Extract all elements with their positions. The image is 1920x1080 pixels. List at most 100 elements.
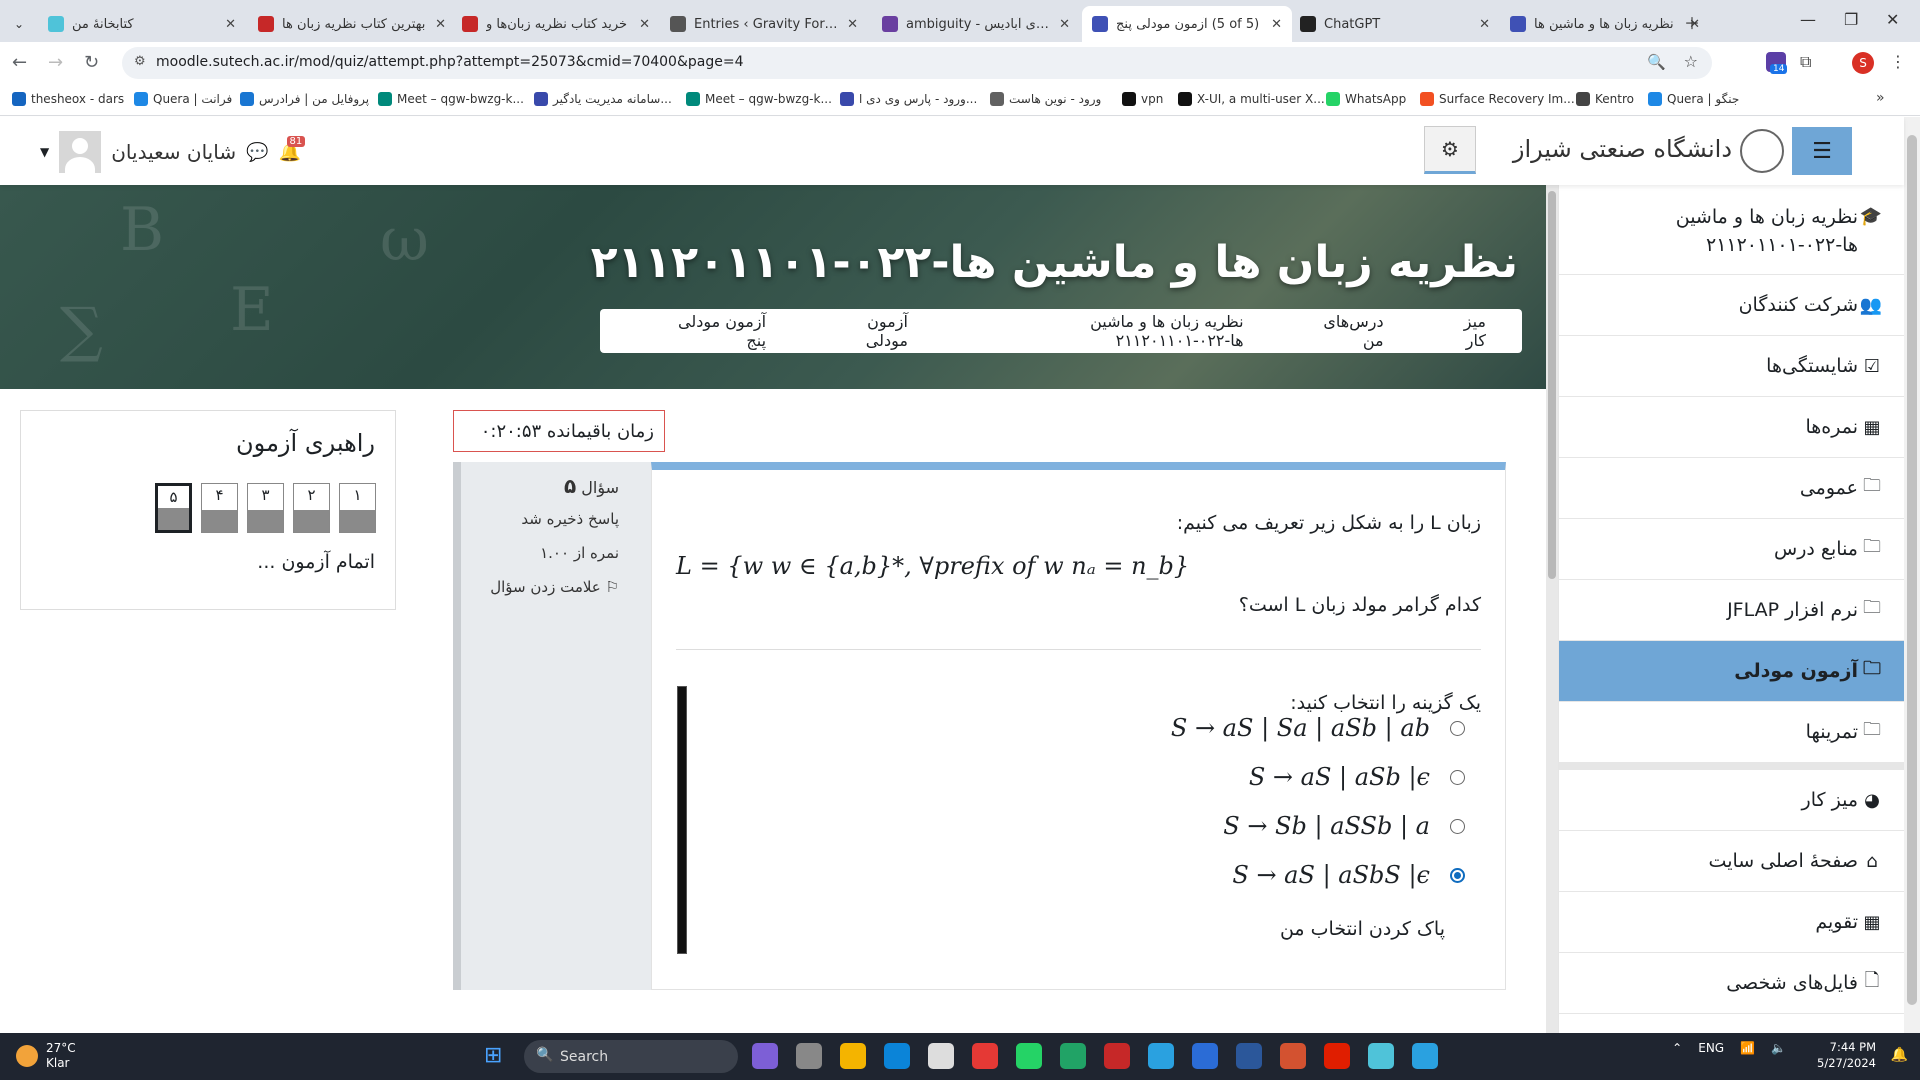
- taskbar-app-icon[interactable]: [1324, 1043, 1350, 1069]
- minimize-button[interactable]: —: [1800, 10, 1816, 29]
- volume-icon[interactable]: 🔈: [1771, 1041, 1786, 1055]
- sidebar-item[interactable]: 🗀 منابع درس: [1559, 519, 1904, 580]
- notification-bell-icon[interactable]: 🔔 81: [279, 135, 306, 163]
- taskbar-app-icon[interactable]: [972, 1043, 998, 1069]
- answer-grammar[interactable]: S → Sb | aSSb | a: [1223, 812, 1430, 840]
- bookmark-item[interactable]: Quera | فرانت: [134, 92, 232, 106]
- close-tab-icon[interactable]: ✕: [1271, 17, 1282, 32]
- browser-tab[interactable]: آزمون مودلی پنج (5 of 5) ✕: [1082, 6, 1292, 42]
- taskbar-app-icon[interactable]: [1104, 1043, 1130, 1069]
- bookmark-label[interactable]: Surface Recovery Im...: [1439, 92, 1575, 106]
- sidebar-item[interactable]: ▦ تقویم: [1559, 892, 1904, 953]
- notification-center-icon[interactable]: 🔔: [1891, 1047, 1908, 1063]
- site-name[interactable]: دانشگاه صنعتی شیراز: [1513, 135, 1732, 163]
- back-icon[interactable]: ←: [12, 52, 27, 73]
- taskbar-app-icon[interactable]: [1368, 1043, 1394, 1069]
- quiz-nav-question-button[interactable]: ۵: [155, 483, 192, 533]
- close-tab-icon[interactable]: ✕: [639, 17, 650, 32]
- close-tab-icon[interactable]: ✕: [1059, 17, 1070, 32]
- site-info-icon[interactable]: ⚙: [134, 54, 146, 69]
- bookmark-item[interactable]: Kentro: [1576, 92, 1634, 106]
- sidebar-item-label[interactable]: تقویم: [1815, 911, 1858, 933]
- omnibox[interactable]: ⚙ moodle.sutech.ac.ir/mod/quiz/attempt.p…: [122, 47, 1712, 79]
- bookmark-item[interactable]: thesheox - dars: [12, 92, 124, 106]
- sidebar-item-label[interactable]: میز کار: [1802, 789, 1858, 811]
- sidebar-item[interactable]: 🗀 نرم افزار JFLAP: [1559, 580, 1904, 641]
- sidebar-item[interactable]: 🗋 فایل‌های شخصی: [1559, 953, 1904, 1014]
- finish-attempt-link[interactable]: اتمام آزمون ...: [257, 551, 375, 573]
- taskbar-app-icon[interactable]: [752, 1043, 778, 1069]
- answer-option[interactable]: S → aS | Sa | aSb | ab: [1171, 714, 1465, 742]
- bookmark-item[interactable]: WhatsApp: [1326, 92, 1406, 106]
- bookmark-label[interactable]: Meet – qgw-bwzg-k...: [397, 92, 524, 106]
- sidebar-item[interactable]: 🗀 آزمون مودلی: [1559, 641, 1904, 702]
- settings-cog-button[interactable]: ⚙: [1424, 126, 1476, 174]
- windows-start-icon[interactable]: ⊞: [484, 1043, 502, 1068]
- content-scrollbar[interactable]: [1546, 185, 1558, 1033]
- answer-option[interactable]: S → aS | aSb |ϵ: [1249, 763, 1465, 791]
- tab-list-button[interactable]: ⌄: [4, 6, 36, 42]
- sidebar-item-label[interactable]: شرکت کنندگان: [1739, 294, 1858, 316]
- bookmark-item[interactable]: X-UI, a multi-user X...: [1178, 92, 1325, 106]
- profile-avatar[interactable]: S: [1852, 52, 1874, 74]
- sidebar-item-label[interactable]: نمره‌ها: [1805, 416, 1858, 438]
- more-bookmarks-icon[interactable]: »: [1876, 90, 1885, 106]
- answer-grammar[interactable]: S → aS | aSbS |ϵ: [1232, 861, 1430, 889]
- browser-menu-icon[interactable]: ⋮: [1890, 52, 1906, 71]
- browser-tab[interactable]: کتابخانهٔ من ✕: [38, 6, 246, 42]
- university-logo[interactable]: [1740, 129, 1784, 173]
- answer-option[interactable]: S → aS | aSbS |ϵ: [1232, 861, 1465, 889]
- bookmark-item[interactable]: سامانه مدیریت یادگیر...: [534, 92, 672, 106]
- user-menu[interactable]: ▼ شایان سعیدیان 💬 🔔 81: [40, 131, 306, 173]
- breadcrumb-item-my-courses[interactable]: درس‌های من: [1300, 312, 1383, 350]
- sidebar-item-label[interactable]: تمرینها: [1806, 721, 1858, 743]
- clear-choice-link[interactable]: پاک کردن انتخاب من: [1280, 918, 1445, 940]
- close-tab-icon[interactable]: ✕: [1479, 17, 1490, 32]
- extensions-puzzle-icon[interactable]: ⧉: [1800, 52, 1811, 72]
- taskbar-app-icon[interactable]: [1016, 1043, 1042, 1069]
- bookmark-label[interactable]: ورود - نوین هاست: [1009, 92, 1101, 106]
- close-tab-icon[interactable]: ✕: [847, 17, 858, 32]
- avatar[interactable]: [59, 131, 102, 173]
- page-scrollbar[interactable]: [1904, 117, 1920, 1033]
- sidebar-item-label[interactable]: منابع درس: [1774, 538, 1858, 560]
- bookmark-item[interactable]: پروفایل من | فرادرس: [240, 92, 369, 106]
- close-window-button[interactable]: ✕: [1886, 10, 1899, 29]
- answer-radio[interactable]: [1450, 818, 1465, 834]
- new-tab-button[interactable]: ＋: [1684, 10, 1700, 34]
- sidebar-item-label[interactable]: صفحهٔ اصلی سایت: [1709, 850, 1858, 872]
- sidebar-item[interactable]: 🗀 عمومی: [1559, 458, 1904, 519]
- sidebar-item-label[interactable]: آزمون مودلی: [1734, 660, 1858, 682]
- browser-tab[interactable]: Entries ‹ Gravity Forms ‹ ✕: [660, 6, 868, 42]
- restore-button[interactable]: ❐: [1844, 10, 1858, 29]
- bookmark-label[interactable]: سامانه مدیریت یادگیر...: [553, 92, 672, 106]
- bookmark-label[interactable]: Meet – qgw-bwzg-k...: [705, 92, 832, 106]
- bookmark-item[interactable]: Surface Recovery Im...: [1420, 92, 1575, 106]
- bookmark-label[interactable]: ورود - پارس وی دی ا...: [859, 92, 977, 106]
- language-indicator[interactable]: ENG: [1698, 1041, 1724, 1055]
- browser-tab[interactable]: ambiguity - دیکشنری آبادیس ✕: [872, 6, 1080, 42]
- bookmark-item[interactable]: ورود - پارس وی دی ا...: [840, 92, 977, 106]
- bookmark-label[interactable]: X-UI, a multi-user X...: [1197, 92, 1325, 106]
- taskbar-app-icon[interactable]: [1192, 1043, 1218, 1069]
- taskbar-app-icon[interactable]: [1280, 1043, 1306, 1069]
- sidebar-item[interactable]: ▦ نمره‌ها: [1559, 397, 1904, 458]
- quiz-nav-question-button[interactable]: ۱: [339, 483, 376, 533]
- chevron-up-icon[interactable]: ⌃: [1672, 1041, 1682, 1055]
- bookmark-item[interactable]: Meet – qgw-bwzg-k...: [378, 92, 524, 106]
- answer-grammar[interactable]: S → aS | aSb |ϵ: [1249, 763, 1430, 791]
- browser-tab[interactable]: خرید کتاب نظریه زبان‌ها و ✕: [452, 6, 660, 42]
- user-name[interactable]: شایان سعیدیان: [111, 140, 236, 164]
- taskbar-app-icon[interactable]: [840, 1043, 866, 1069]
- taskbar-app-icon[interactable]: [928, 1043, 954, 1069]
- taskbar-app-icon[interactable]: [884, 1043, 910, 1069]
- caret-down-icon[interactable]: ▼: [40, 145, 49, 159]
- bookmark-item[interactable]: Quera | جنگو: [1648, 92, 1739, 106]
- breadcrumb-item-quiz[interactable]: آزمون مودلی پنج: [656, 312, 766, 350]
- quiz-nav-question-button[interactable]: ۲: [293, 483, 330, 533]
- flag-icon[interactable]: ⚐: [606, 578, 619, 596]
- breadcrumb-item-course[interactable]: نظریه زبان ها و ماشین ها-۰۲۲-۲۱۱۲۰۱۱۰۱: [964, 312, 1243, 350]
- bookmark-label[interactable]: WhatsApp: [1345, 92, 1406, 106]
- answer-radio[interactable]: [1450, 720, 1465, 736]
- taskbar-app-icon[interactable]: [796, 1043, 822, 1069]
